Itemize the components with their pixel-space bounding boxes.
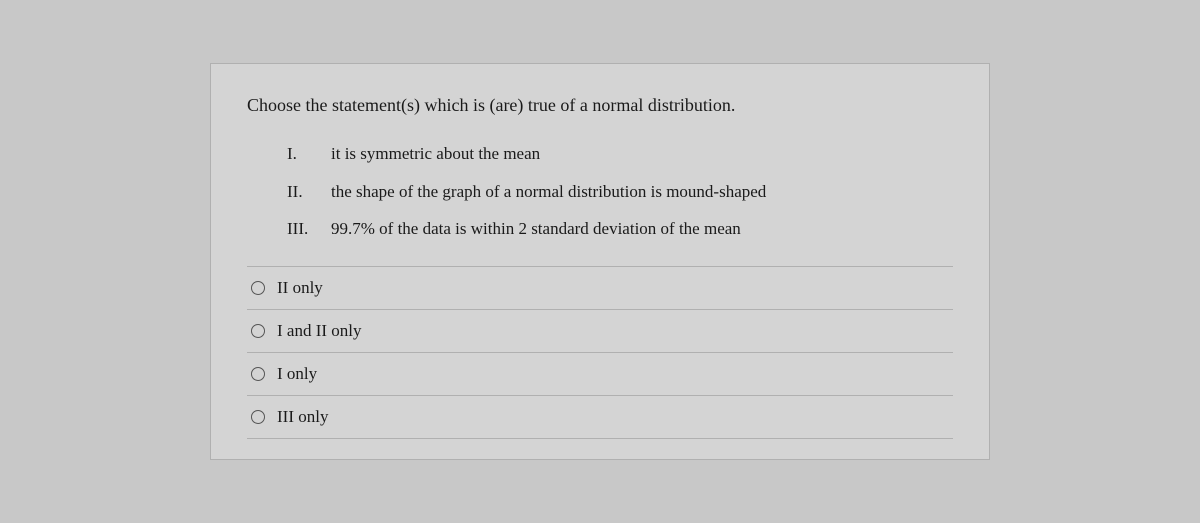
statement-body-1: it is symmetric about the mean bbox=[331, 141, 540, 167]
answer-options: II only I and II only I only III only bbox=[247, 266, 953, 439]
statement-item-2: II. the shape of the graph of a normal d… bbox=[287, 179, 953, 205]
label-ii-only: II only bbox=[277, 278, 323, 298]
label-i-only: I only bbox=[277, 364, 317, 384]
statement-item-1: I. it is symmetric about the mean bbox=[287, 141, 953, 167]
statement-numeral-2: II. bbox=[287, 179, 331, 205]
radio-i-and-ii-only[interactable] bbox=[251, 324, 265, 338]
statement-item-3: III. 99.7% of the data is within 2 stand… bbox=[287, 216, 953, 242]
question-card: Choose the statement(s) which is (are) t… bbox=[210, 63, 990, 460]
option-i-only[interactable]: I only bbox=[247, 353, 953, 396]
radio-ii-only[interactable] bbox=[251, 281, 265, 295]
option-i-and-ii-only[interactable]: I and II only bbox=[247, 310, 953, 353]
statement-body-3: 99.7% of the data is within 2 standard d… bbox=[331, 216, 741, 242]
statement-body-2: the shape of the graph of a normal distr… bbox=[331, 179, 766, 205]
label-i-and-ii-only: I and II only bbox=[277, 321, 362, 341]
option-iii-only[interactable]: III only bbox=[247, 396, 953, 439]
statements-list: I. it is symmetric about the mean II. th… bbox=[287, 141, 953, 242]
radio-i-only[interactable] bbox=[251, 367, 265, 381]
radio-iii-only[interactable] bbox=[251, 410, 265, 424]
statement-numeral-3: III. bbox=[287, 216, 331, 242]
question-text: Choose the statement(s) which is (are) t… bbox=[247, 92, 953, 119]
option-ii-only[interactable]: II only bbox=[247, 267, 953, 310]
statement-numeral-1: I. bbox=[287, 141, 331, 167]
label-iii-only: III only bbox=[277, 407, 328, 427]
